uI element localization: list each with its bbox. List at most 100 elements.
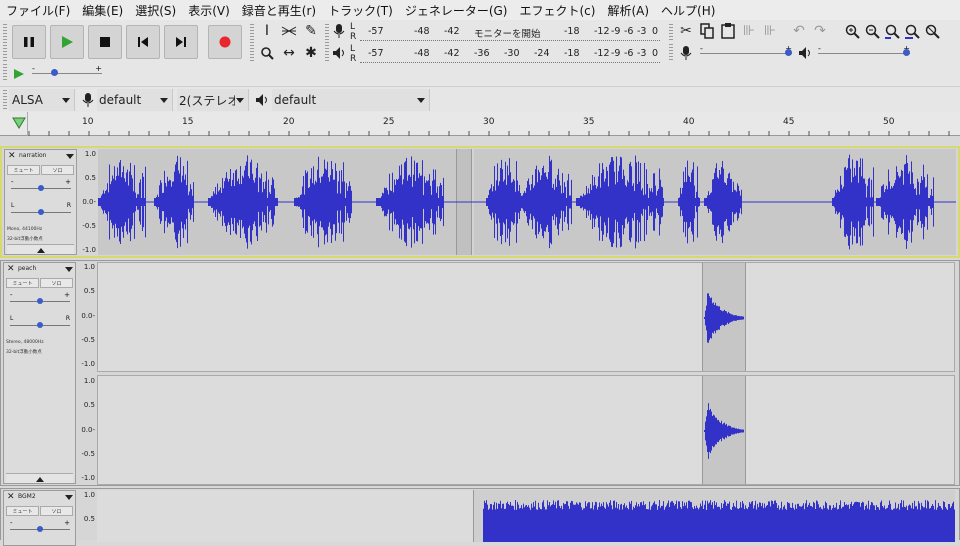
gain-slider[interactable]: - +	[10, 291, 70, 305]
timeline-ruler[interactable]: 10 15 20 25 30 35 40 45 50	[0, 112, 960, 136]
solo-button[interactable]: ソロ	[41, 165, 74, 175]
paste-icon[interactable]	[719, 22, 737, 40]
device-grip[interactable]	[3, 90, 7, 110]
tools-grip[interactable]	[250, 24, 254, 62]
chevron-down-icon[interactable]	[66, 154, 74, 159]
fit-selection-icon[interactable]	[883, 22, 901, 40]
pan-knob[interactable]	[37, 322, 43, 328]
scale-label: 0.0-	[82, 198, 96, 206]
silence-icon[interactable]: ⊪	[761, 22, 779, 40]
solo-button[interactable]: ソロ	[40, 506, 73, 516]
track-control-panel[interactable]: ✕ BGM2 ミュート ソロ - +	[3, 490, 76, 546]
track-name-menu[interactable]: BGM2	[18, 493, 36, 500]
toolbar-grip[interactable]	[3, 24, 7, 62]
record-volume-knob[interactable]	[785, 49, 792, 56]
fit-project-icon[interactable]	[903, 22, 921, 40]
track-bgm2: ✕ BGM2 ミュート ソロ - + 1.0 0.5	[0, 488, 960, 546]
record-volume-slider[interactable]: - +	[700, 44, 792, 60]
menu-generate[interactable]: ジェネレーター(G)	[399, 2, 514, 19]
collapse-track-button[interactable]	[7, 244, 74, 254]
zoom-tool-icon[interactable]	[258, 44, 276, 62]
menu-help[interactable]: ヘルプ(H)	[655, 2, 721, 19]
play-speed-knob[interactable]	[51, 69, 58, 76]
close-track-icon[interactable]: ✕	[7, 264, 15, 274]
copy-icon[interactable]	[698, 22, 716, 40]
recording-channels-select[interactable]: 2(ステレオ	[177, 89, 249, 111]
mute-button[interactable]: ミュート	[6, 506, 39, 516]
zoom-in-icon[interactable]	[843, 22, 861, 40]
gain-knob[interactable]	[38, 185, 44, 191]
menu-transport[interactable]: 録音と再生(r)	[236, 2, 322, 19]
vertical-scale[interactable]: 1.0 0.5 0.0- -0.5 -1.0	[78, 148, 98, 256]
vertical-scale[interactable]: 1.0 0.5	[77, 489, 97, 541]
undo-icon[interactable]: ↶	[790, 22, 808, 40]
chevron-down-icon[interactable]	[65, 495, 73, 500]
edit-grip[interactable]	[669, 24, 673, 42]
gain-knob[interactable]	[37, 526, 43, 532]
zoom-toggle-icon[interactable]	[923, 22, 941, 40]
track-control-panel[interactable]: ✕ narration ミュート ソロ - + L R Mono, 44100H…	[4, 149, 77, 255]
play-speed-slider[interactable]: - +	[32, 64, 102, 80]
play-meter-speaker-icon[interactable]	[330, 44, 348, 62]
waveform-area[interactable]	[97, 490, 955, 542]
menu-select[interactable]: 選択(S)	[129, 2, 182, 19]
solo-button[interactable]: ソロ	[40, 278, 73, 288]
menu-edit[interactable]: 編集(E)	[76, 2, 129, 19]
vertical-scale[interactable]: 1.0 0.5 0.0- -0.5 -1.0	[77, 261, 97, 371]
waveform-area[interactable]	[98, 149, 956, 255]
recording-device-select[interactable]: default	[97, 89, 173, 111]
play-at-speed-icon[interactable]	[10, 65, 28, 83]
envelope-tool-icon[interactable]	[280, 22, 298, 40]
vertical-scale[interactable]: 1.0 0.5 0.0- -0.5 -1.0	[77, 375, 97, 485]
play-volume-slider[interactable]: - +	[818, 44, 910, 60]
menu-view[interactable]: 表示(V)	[182, 2, 236, 19]
record-meter[interactable]: -57 -48 -42 モニターを開始 -18 -12 -9 -6 -3 0	[360, 23, 660, 41]
selection-tool-icon[interactable]: I	[258, 22, 276, 40]
mixer-grip[interactable]	[669, 44, 673, 62]
draw-tool-icon[interactable]: ✎	[302, 22, 320, 40]
timeshift-tool-icon[interactable]: ↔	[280, 44, 298, 62]
chevron-down-icon[interactable]	[65, 267, 73, 272]
trim-icon[interactable]: ⊪	[740, 22, 758, 40]
mute-button[interactable]: ミュート	[7, 165, 40, 175]
waveform-area-right[interactable]	[97, 375, 955, 485]
play-volume-knob[interactable]	[903, 49, 910, 56]
play-button[interactable]	[50, 25, 84, 59]
multi-tool-icon[interactable]: ✱	[302, 44, 320, 62]
track-control-panel[interactable]: ✕ peach ミュート ソロ - + L R Stereo, 48000Hz …	[3, 262, 76, 484]
menu-file[interactable]: ファイル(F)	[0, 2, 76, 19]
track-name-menu[interactable]: peach	[18, 265, 36, 272]
waveform-peach-left	[704, 293, 744, 343]
gain-slider[interactable]: - +	[10, 519, 70, 533]
skip-to-start-button[interactable]	[126, 25, 160, 59]
record-button[interactable]	[208, 25, 242, 59]
playback-device-select[interactable]: default	[272, 89, 430, 111]
gain-slider[interactable]: - +	[11, 178, 71, 192]
monitor-start-label[interactable]: モニターを開始	[474, 26, 541, 40]
stop-button[interactable]	[88, 25, 122, 59]
gain-knob[interactable]	[37, 298, 43, 304]
pan-slider[interactable]: L R	[11, 202, 71, 216]
scale-label: 1.0	[83, 377, 95, 385]
menu-effect[interactable]: エフェクト(c)	[513, 2, 601, 19]
redo-icon[interactable]: ↷	[811, 22, 829, 40]
menu-analyze[interactable]: 解析(A)	[601, 2, 655, 19]
skip-to-end-button[interactable]	[164, 25, 198, 59]
mute-button[interactable]: ミュート	[6, 278, 39, 288]
zoom-out-icon[interactable]	[863, 22, 881, 40]
cut-icon[interactable]: ✂	[677, 22, 695, 40]
track-name-menu[interactable]: narration	[19, 152, 46, 159]
audio-host-select[interactable]: ALSA	[9, 89, 75, 111]
close-track-icon[interactable]: ✕	[7, 492, 15, 502]
play-at-speed-grip[interactable]	[3, 64, 7, 82]
menu-tracks[interactable]: トラック(T)	[322, 2, 399, 19]
waveform-area-left[interactable]	[97, 262, 955, 372]
meter-grip[interactable]	[325, 24, 329, 62]
collapse-track-button[interactable]	[6, 473, 73, 483]
pan-knob[interactable]	[38, 209, 44, 215]
close-track-icon[interactable]: ✕	[8, 151, 16, 161]
play-meter[interactable]: -57 -48 -42 -36 -30 -24 -18 -12 -9 -6 -3…	[360, 45, 660, 63]
record-meter-mic-icon[interactable]	[330, 22, 348, 40]
pause-button[interactable]	[12, 25, 46, 59]
pan-slider[interactable]: L R	[10, 315, 70, 329]
